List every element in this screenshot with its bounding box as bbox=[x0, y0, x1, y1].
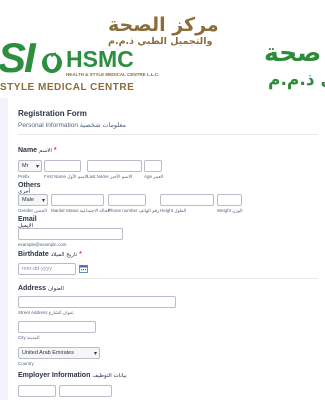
header-banner: مركز الصحة والتجميل الطبي ذ.م.م صحة بي ذ… bbox=[0, 0, 325, 98]
last-name-sublabel: Last Name الاسم الأخير bbox=[87, 174, 133, 179]
email-sublabel: example@example.com bbox=[18, 242, 67, 247]
clinic-arabic-suffix-large: بي ذ.م.م bbox=[268, 70, 325, 90]
company-input[interactable] bbox=[18, 385, 56, 397]
clinic-arabic-name-large: صحة bbox=[264, 38, 322, 67]
age-sublabel: Age العمر bbox=[144, 174, 164, 179]
country-sublabel: Country bbox=[18, 361, 34, 366]
chevron-down-icon: ▾ bbox=[41, 198, 45, 204]
city-input[interactable] bbox=[18, 321, 96, 333]
city-sublabel: City المدينة bbox=[18, 335, 40, 340]
country-select[interactable]: United Arab Emirates ▾ bbox=[18, 347, 100, 359]
age-input[interactable] bbox=[144, 160, 162, 172]
birthdate-label: Birthdate تاريخ الميلاد * bbox=[18, 251, 82, 258]
birthdate-input[interactable]: mm-dd-yyyy bbox=[18, 263, 76, 275]
logo-hsmc-text: HSMC bbox=[66, 46, 134, 72]
street-address-input[interactable] bbox=[18, 296, 176, 308]
clinic-english-name: STYLE MEDICAL CENTRE bbox=[0, 82, 135, 93]
prefix-sublabel: Prefix bbox=[18, 174, 30, 179]
clinic-arabic-title: مركز الصحة bbox=[108, 14, 219, 36]
gender-sublabel: Gender الجنس bbox=[18, 208, 47, 213]
registration-form: Registration Form Personal Information م… bbox=[8, 98, 325, 400]
form-description: Personal Information معلومات شخصية bbox=[18, 122, 127, 129]
weight-sublabel: Weight الوزن bbox=[217, 208, 243, 213]
phone-number-input[interactable] bbox=[108, 194, 146, 206]
logo-hsmc-subtitle: HEALTH & STYLE MEDICAL CENTRE L.L.C. bbox=[66, 72, 160, 77]
employer-label: Employer Information بيانات التوظيف bbox=[18, 372, 127, 379]
form-background: Registration Form Personal Information م… bbox=[0, 98, 325, 400]
prefix-select[interactable]: Mr ▾ bbox=[18, 160, 42, 172]
logo-si-text: SI bbox=[0, 34, 36, 81]
last-name-input[interactable] bbox=[87, 160, 142, 172]
first-name-sublabel: First Name الاسم الأول bbox=[44, 174, 89, 179]
marital-status-input[interactable] bbox=[51, 194, 104, 206]
height-input[interactable] bbox=[160, 194, 214, 206]
apple-logo-icon bbox=[42, 52, 62, 73]
first-name-input[interactable] bbox=[44, 160, 81, 172]
name-label: Name الاسم * bbox=[18, 147, 57, 154]
gender-select[interactable]: Male ▾ bbox=[18, 194, 48, 206]
title-divider bbox=[18, 134, 318, 135]
height-sublabel: Height الطول bbox=[160, 208, 187, 213]
form-title: Registration Form bbox=[18, 109, 87, 118]
weight-input[interactable] bbox=[217, 194, 242, 206]
chevron-down-icon: ▾ bbox=[93, 351, 97, 357]
chevron-down-icon: ▾ bbox=[35, 164, 39, 170]
marital-status-sublabel: Marital Status الحالة الاجتماعية bbox=[51, 208, 111, 213]
calendar-icon[interactable] bbox=[79, 264, 88, 273]
section-divider bbox=[18, 278, 318, 279]
email-input[interactable] bbox=[18, 228, 123, 240]
phone-number-sublabel: Phone number رقم الهاتف bbox=[108, 208, 160, 213]
employer-input[interactable] bbox=[59, 385, 112, 397]
street-address-sublabel: Street Address عنوان الشارع bbox=[18, 310, 74, 315]
address-label: Address العنوان bbox=[18, 285, 64, 292]
